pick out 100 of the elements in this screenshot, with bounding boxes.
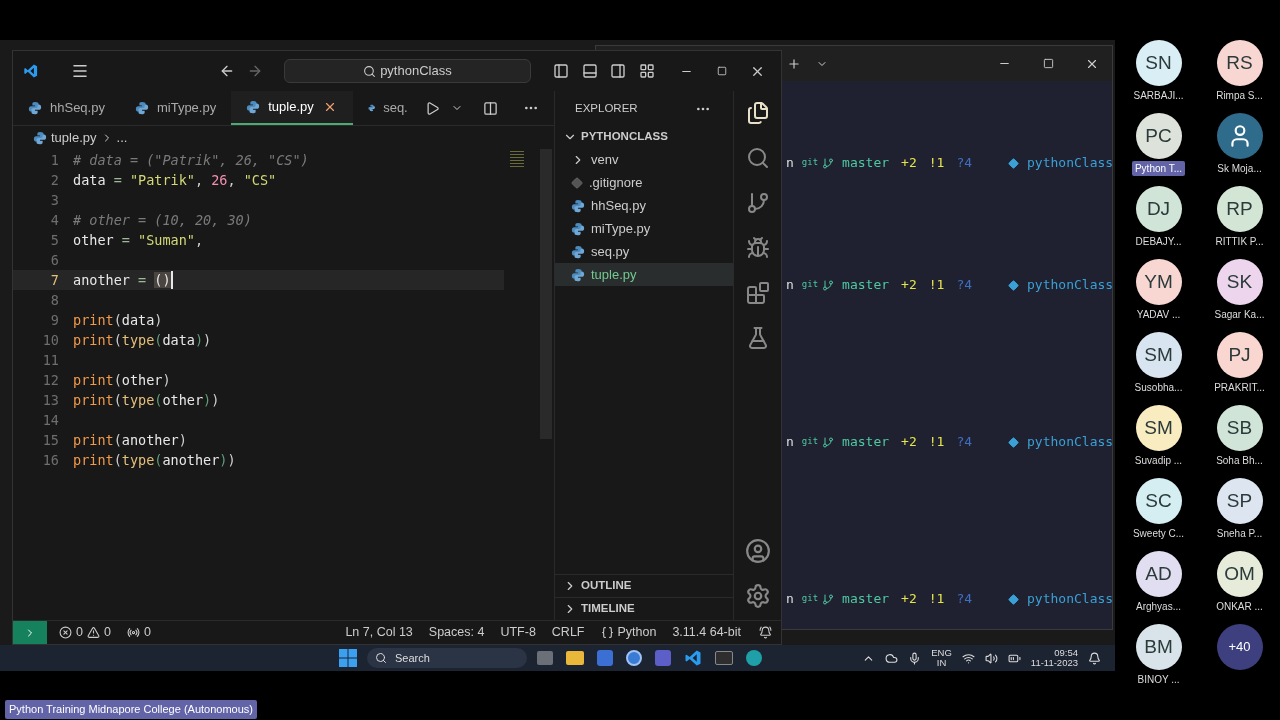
participant-name: PRAKRIT...	[1213, 381, 1266, 395]
line-number: 3	[49, 190, 60, 210]
participant-name: BINOY ...	[1136, 673, 1181, 687]
participant-avatar[interactable]: AD	[1135, 551, 1182, 597]
participant-avatar[interactable]	[1216, 113, 1263, 159]
participant-avatar[interactable]: SN	[1135, 40, 1182, 86]
error-icon	[59, 626, 72, 639]
python-env-icon	[1008, 434, 1020, 450]
participant-avatar[interactable]: SP	[1216, 478, 1263, 524]
participant-avatar[interactable]: OM	[1216, 551, 1263, 597]
branch-icon	[822, 591, 835, 607]
microphone-icon[interactable]	[908, 651, 922, 665]
untracked-count: ?4	[956, 590, 973, 609]
file-item[interactable]: .gitignore	[555, 171, 733, 194]
indentation-status[interactable]: Spaces: 4	[428, 623, 485, 642]
editor-tab[interactable]: miType.py	[119, 91, 232, 125]
account-icon[interactable]	[743, 537, 772, 565]
wifi-icon[interactable]	[961, 651, 975, 665]
participant-avatar[interactable]: YM	[1135, 259, 1182, 305]
participant-avatar[interactable]: SC	[1135, 478, 1182, 524]
terminal-app-icon[interactable]	[715, 651, 733, 665]
interpreter-status[interactable]: 3.11.4 64-bit	[672, 623, 741, 642]
env-name: pythonClass	[1027, 433, 1114, 452]
notification-icon[interactable]	[1088, 651, 1101, 665]
breadcrumb-more[interactable]: ...	[116, 127, 128, 148]
browser-icon[interactable]	[626, 650, 642, 666]
env-name: pythonClass	[1027, 154, 1114, 173]
participant-name: Arghyas...	[1135, 600, 1182, 614]
folder-header[interactable]: PYTHONCLASS	[555, 126, 733, 148]
antenna-icon	[126, 626, 140, 639]
problems-indicator[interactable]: 0 0	[59, 623, 111, 642]
command-search-field[interactable]: pythonClass	[283, 59, 532, 83]
participant-avatar[interactable]: SM	[1135, 332, 1182, 378]
branch-icon	[822, 434, 835, 450]
participant-name: Sk Moja...	[1216, 162, 1263, 176]
env-name: pythonClass	[1027, 276, 1114, 295]
encoding-status[interactable]: UTF-8	[500, 623, 536, 642]
cursor-position[interactable]: Ln 7, Col 13	[345, 623, 413, 642]
participant-name: Soha Bh...	[1215, 454, 1264, 468]
untracked-count: ?4	[956, 433, 973, 452]
more-participants-badge[interactable]: +40	[1216, 624, 1263, 670]
participant-avatar[interactable]: SM	[1135, 405, 1182, 451]
participant-avatar[interactable]: RS	[1216, 40, 1263, 86]
participant-avatar[interactable]: SK	[1216, 259, 1263, 305]
code-line: print(another)	[73, 430, 187, 450]
participant-name: Suvadip ...	[1133, 454, 1184, 468]
editor-tab[interactable]: hhSeq.py	[13, 91, 120, 125]
modified-count: !1	[928, 154, 945, 173]
staged-count: +2	[901, 154, 917, 173]
staged-count: +2	[901, 590, 917, 609]
python-icon	[571, 267, 585, 282]
breadcrumb-file[interactable]: tuple.py	[51, 127, 97, 148]
code-line: other = "Suman",	[73, 230, 204, 250]
participant-avatar[interactable]: BM	[1135, 624, 1182, 670]
clock[interactable]: 09:54 11-11-2023	[1030, 648, 1078, 668]
participant-name: Rimpa S...	[1215, 89, 1264, 103]
python-env-icon	[1008, 155, 1020, 171]
code-line: print(other)	[73, 370, 171, 390]
start-icon[interactable]	[339, 649, 357, 667]
python-icon	[134, 101, 149, 115]
participant-name: YADAV ...	[1135, 308, 1182, 322]
volume-icon[interactable]	[984, 651, 998, 665]
line-number: 4	[49, 210, 60, 230]
participant-avatar[interactable]: DJ	[1135, 186, 1182, 232]
explorer-title: EXPLORER	[575, 100, 638, 116]
code-app-icon[interactable]	[684, 649, 702, 667]
ports-indicator[interactable]: 0	[126, 623, 151, 642]
code-line: print(data)	[73, 310, 163, 330]
prompt-text: n	[786, 276, 794, 295]
participant-name: Sneha P...	[1215, 527, 1264, 541]
language-status[interactable]: Python	[600, 623, 657, 642]
editor-tab[interactable]: tuple.py	[231, 91, 353, 125]
file-item[interactable]: tuple.py	[555, 263, 733, 286]
untracked-count: ?4	[956, 276, 973, 295]
file-item[interactable]: seq.py	[555, 240, 733, 263]
line-number: 14	[41, 410, 60, 430]
search-icon	[375, 652, 387, 664]
participant-name: DEBAJY...	[1134, 235, 1183, 249]
python-icon	[571, 244, 585, 259]
keyboard-language[interactable]: ENG IN	[931, 648, 952, 668]
file-item[interactable]: hhSeq.py	[555, 194, 733, 217]
participant-avatar[interactable]: PC	[1135, 113, 1182, 159]
warning-icon	[86, 626, 100, 639]
participant-name: Sweety C...	[1131, 527, 1186, 541]
python-env-icon	[1008, 591, 1020, 607]
editor-tab[interactable]: seq.	[352, 91, 423, 125]
branch-name: master	[842, 276, 890, 295]
staged-count: +2	[901, 276, 917, 295]
participant-avatar[interactable]: PJ	[1216, 332, 1263, 378]
line-ending-status[interactable]: CRLF	[551, 623, 585, 642]
git-label: git	[801, 156, 819, 170]
cloud-icon[interactable]	[885, 651, 899, 665]
file-item[interactable]: venv	[555, 148, 733, 171]
search-icon	[363, 64, 377, 78]
branch-name: master	[842, 154, 890, 173]
taskbar-search-field[interactable]: Search	[367, 648, 527, 668]
participant-avatar[interactable]: RP	[1216, 186, 1263, 232]
python-env-icon	[1008, 277, 1020, 293]
file-item[interactable]: miType.py	[555, 217, 733, 240]
participant-avatar[interactable]: SB	[1216, 405, 1263, 451]
